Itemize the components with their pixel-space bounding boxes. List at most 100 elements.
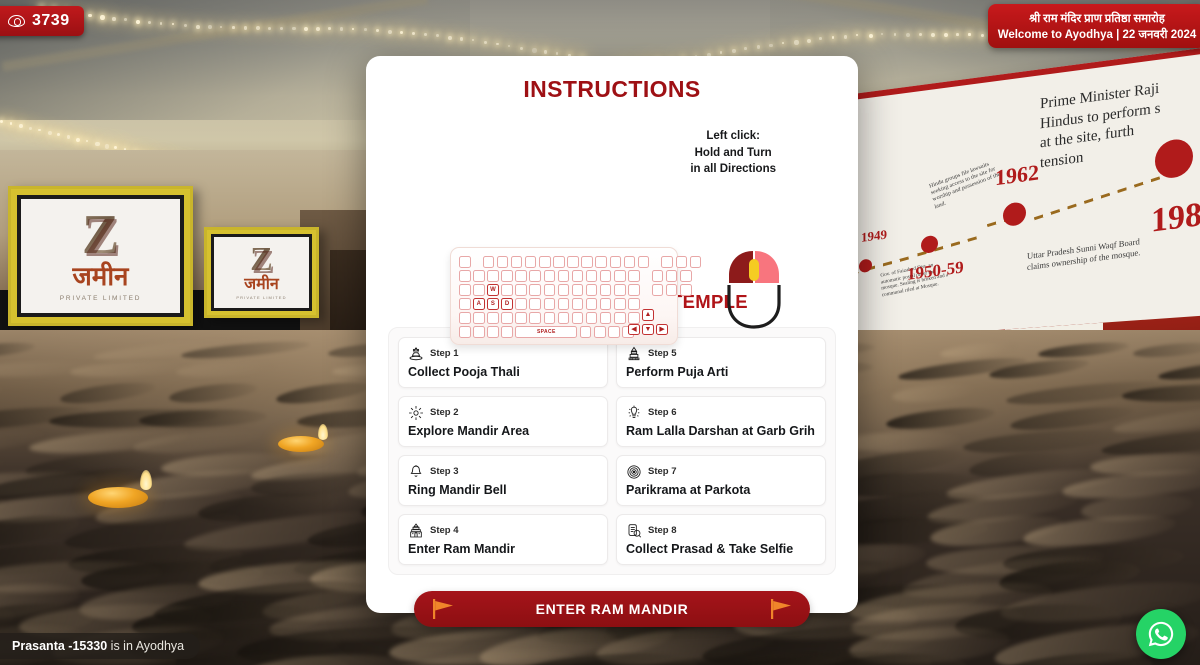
billboard-logo-sub: PRIVATE LIMITED: [60, 295, 142, 302]
whatsapp-button[interactable]: [1136, 609, 1186, 659]
mouse-instruction-line3: in all Directions: [690, 161, 776, 178]
string-light: [819, 37, 822, 40]
string-light: [757, 45, 760, 48]
arrow-left-key: ◀: [628, 324, 640, 336]
status-user-name: Prasanta -15330: [12, 639, 107, 653]
string-light: [10, 122, 13, 125]
keyboard-key: [595, 256, 607, 268]
deity-idol-icon: [626, 405, 642, 421]
string-light: [508, 45, 510, 47]
marble-tile: [939, 340, 1017, 361]
steps-list: Step 1 Collect Pooja Thali Step 5 Perform P…: [388, 327, 836, 575]
string-light: [340, 27, 343, 30]
string-light: [292, 27, 296, 31]
keyboard-key: [558, 284, 570, 296]
keyboard-key: [544, 270, 556, 282]
key-W: W: [487, 284, 499, 296]
pooja-thali-icon: [408, 346, 424, 362]
step-card[interactable]: Step 4 Enter Ram Mandir: [398, 514, 608, 565]
string-light: [448, 36, 452, 40]
string-light: [38, 129, 41, 132]
timeline-year-1949: 1949: [861, 226, 887, 245]
app-root: Z जमीन PRIVATE LIMITED Z जमीन PRIVATE LI…: [0, 0, 1200, 665]
keyboard-key: [661, 256, 673, 268]
marble-tile: [1158, 355, 1200, 384]
marble-tile: [0, 382, 3, 405]
step-label: Collect Prasad & Take Selfie: [626, 542, 816, 556]
string-light: [472, 39, 474, 41]
keyboard-key: [459, 270, 471, 282]
step-number: Step 8: [648, 525, 677, 536]
keyboard-key: [638, 256, 650, 268]
keyboard-key: [529, 298, 541, 310]
keyboard-key: [572, 270, 584, 282]
keyboard-key: [501, 312, 513, 324]
space-key: SPACE: [515, 326, 577, 338]
marble-tile: [169, 380, 258, 406]
keyboard-key: [600, 298, 612, 310]
keyboard-key: [558, 270, 570, 282]
keyboard-key: [614, 270, 626, 282]
timeline-note-1962: Uttar Pradesh Sunni Waqf Board claims ow…: [1027, 235, 1147, 272]
string-light: [352, 28, 354, 30]
step-label: Ram Lalla Darshan at Garb Grih: [626, 424, 816, 438]
billboard-small: Z जमीन PRIVATE LIMITED: [204, 227, 319, 318]
arrow-up-key: ▲: [642, 309, 654, 321]
string-light: [57, 133, 60, 136]
string-light: [944, 33, 948, 37]
keyboard-key: [529, 312, 541, 324]
step-card[interactable]: Step 6 Ram Lalla Darshan at Garb Grih: [616, 396, 826, 447]
string-light: [148, 21, 151, 24]
keyboard-key: [487, 312, 499, 324]
step-label: Parikrama at Parkota: [626, 483, 816, 497]
marble-tile: [1133, 340, 1200, 360]
keyboard-key: [628, 298, 640, 310]
string-light: [172, 23, 174, 25]
string-light: [376, 29, 379, 32]
string-light: [919, 33, 922, 36]
step-card[interactable]: Step 2 Explore Mandir Area: [398, 396, 608, 447]
key-S: S: [487, 298, 499, 310]
temple-icon: [408, 523, 424, 539]
string-light: [981, 34, 984, 37]
keyboard-key: [680, 270, 692, 282]
prasad-selfie-icon: [626, 523, 642, 539]
string-light: [556, 52, 558, 54]
string-light: [782, 42, 785, 45]
string-light: [844, 35, 847, 38]
string-light: [86, 140, 88, 142]
string-light: [48, 131, 52, 135]
event-banner-english: Welcome to Ayodhya | 22 जनवरी 2024: [998, 27, 1197, 42]
keyboard-key: [473, 326, 485, 338]
step-number: Step 5: [648, 348, 677, 359]
marble-tile: [886, 404, 996, 433]
string-light: [256, 26, 260, 30]
keyboard-key: [501, 284, 513, 296]
bell-icon: [408, 464, 424, 480]
diya-flame-2: [318, 424, 328, 440]
keyboard-key: [558, 298, 570, 310]
keyboard-key: [652, 270, 664, 282]
step-card[interactable]: Step 7 Parikrama at Parkota: [616, 455, 826, 506]
step-card[interactable]: Step 8 Collect Prasad & Take Selfie: [616, 514, 826, 565]
keyboard-row: [459, 256, 669, 268]
keyboard-key: [515, 298, 527, 310]
mouse-instruction-line1: Left click:: [690, 128, 776, 145]
controls-section: Left click: Hold and Turn in all Directi…: [388, 109, 836, 289]
keyboard-key: [544, 298, 556, 310]
keyboard-key: [614, 312, 626, 324]
string-light: [388, 30, 392, 34]
string-light: [268, 27, 271, 30]
string-light: [856, 34, 858, 36]
keyboard-key: [539, 256, 551, 268]
step-number: Step 4: [430, 525, 459, 536]
keyboard-key: [666, 284, 678, 296]
keyboard-key: [594, 326, 606, 338]
enter-ram-mandir-button[interactable]: ENTER RAM MANDIR: [414, 591, 810, 627]
keyboard-row: [459, 270, 669, 282]
string-light: [196, 25, 200, 29]
step-number: Step 7: [648, 466, 677, 477]
keyboard-key: [473, 284, 485, 296]
step-card[interactable]: Step 3 Ring Mandir Bell: [398, 455, 608, 506]
keyboard-key: [608, 326, 620, 338]
